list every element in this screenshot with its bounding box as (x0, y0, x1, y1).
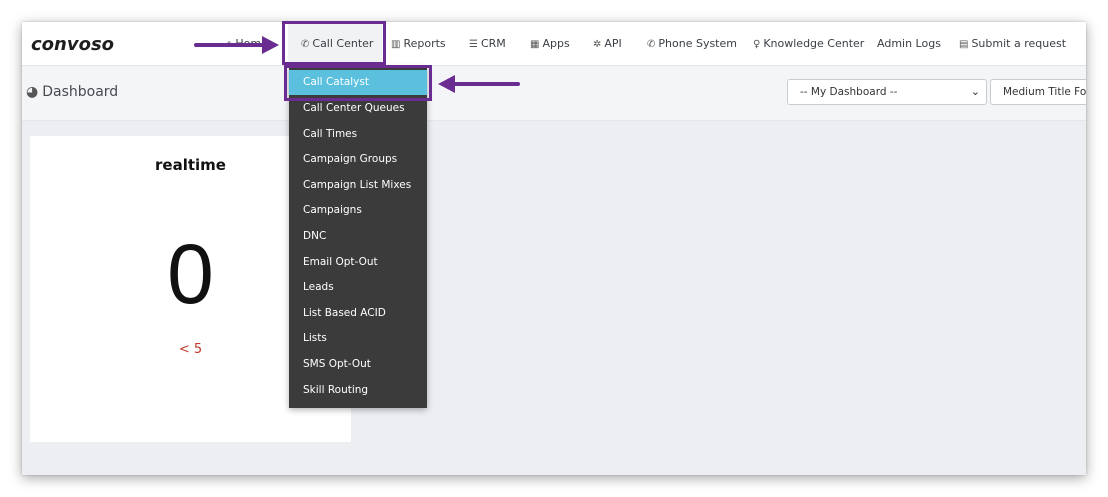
nav-apps[interactable]: ▦ Apps (530, 22, 570, 66)
nav-phone-system[interactable]: ✆ Phone System (647, 22, 737, 66)
phone-icon: ✆ (647, 39, 656, 50)
convoso-logo[interactable]: convoso (31, 34, 114, 55)
menu-item-skill-routing[interactable]: Skill Routing (289, 378, 427, 403)
grid-icon: ▦ (530, 39, 540, 50)
menu-item-campaign-groups[interactable]: Campaign Groups (289, 147, 427, 172)
nav-call-center[interactable]: ✆ Call Center (288, 22, 382, 66)
home-icon: ⌂ (226, 39, 233, 50)
nav-reports[interactable]: ▥ Reports (391, 22, 446, 66)
nav-knowledge-center[interactable]: ♀ Knowledge Center (753, 22, 864, 66)
dashboard-select[interactable]: -- My Dashboard -- ⌄ (787, 79, 987, 105)
call-center-dropdown-menu: Call Catalyst Call Center Queues Call Ti… (289, 67, 427, 408)
top-navigation: convoso ⌂ Home ✆ Call Center ▥ Reports ☰ CRM… (22, 22, 1086, 66)
menu-item-email-opt-out[interactable]: Email Opt-Out (289, 250, 427, 275)
menu-item-call-catalyst[interactable]: Call Catalyst (289, 70, 427, 95)
title-font-select[interactable]: Medium Title Font (990, 79, 1086, 105)
nav-submit-request[interactable]: ▤ Submit a request (959, 22, 1066, 66)
menu-item-call-center-queues[interactable]: Call Center Queues (289, 96, 427, 121)
menu-item-lists[interactable]: Lists (289, 326, 427, 351)
nav-home[interactable]: ⌂ Home (226, 22, 268, 66)
app-window: convoso ⌂ Home ✆ Call Center ▥ Reports ☰ CRM… (22, 22, 1086, 475)
bar-chart-icon: ▥ (391, 39, 401, 50)
nav-crm[interactable]: ☰ CRM (469, 22, 506, 66)
chevron-down-icon: ⌄ (970, 85, 980, 98)
list-icon: ☰ (469, 39, 478, 50)
dashboard-icon: ◕ (26, 84, 39, 100)
phone-icon: ✆ (301, 39, 310, 50)
menu-item-campaign-list-mixes[interactable]: Campaign List Mixes (289, 173, 427, 198)
gear-icon: ✲ (593, 39, 602, 50)
menu-item-leads[interactable]: Leads (289, 275, 427, 300)
lightbulb-icon: ♀ (753, 39, 761, 50)
dashboard-toolbar: ◕ Dashboard -- My Dashboard -- ⌄ Medium T… (22, 66, 1086, 121)
nav-admin-logs[interactable]: Admin Logs (877, 22, 941, 66)
menu-item-sms-opt-out[interactable]: SMS Opt-Out (289, 352, 427, 377)
menu-item-campaigns[interactable]: Campaigns (289, 198, 427, 223)
nav-api[interactable]: ✲ API (593, 22, 622, 66)
page-title: ◕ Dashboard (26, 84, 119, 100)
menu-item-dnc[interactable]: DNC (289, 224, 427, 249)
ticket-icon: ▤ (959, 39, 969, 50)
menu-item-call-times[interactable]: Call Times (289, 122, 427, 147)
menu-item-list-based-acid[interactable]: List Based ACID (289, 301, 427, 326)
